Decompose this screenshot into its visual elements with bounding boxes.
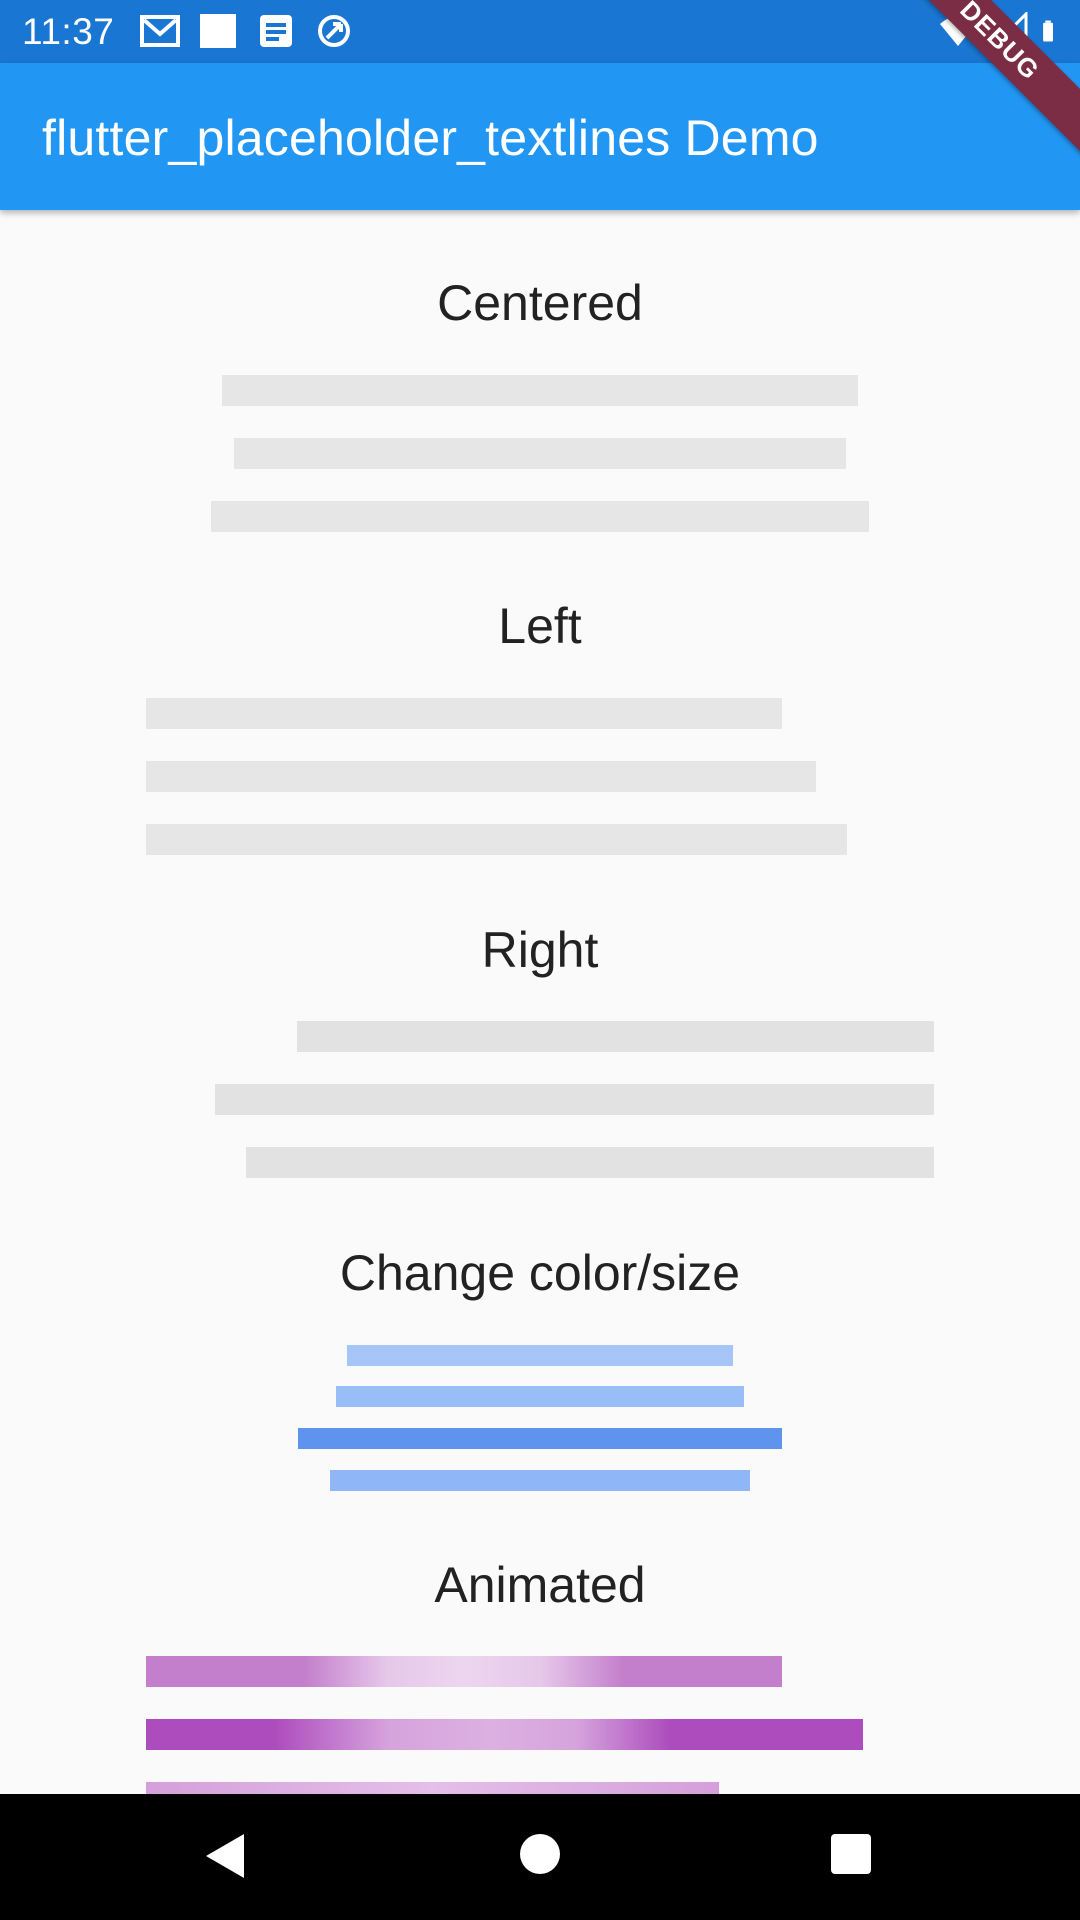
placeholder-line [246,1147,934,1178]
colored-placeholder-line [298,1428,782,1449]
placeholder-line [234,438,846,469]
animated-placeholder-line [146,1656,782,1687]
status-icons-left [140,12,354,50]
app-title: flutter_placeholder_textlines Demo [42,110,819,166]
navigation-bar [0,1794,1080,1920]
home-icon[interactable] [520,1834,560,1874]
colored-placeholder-line [347,1345,733,1366]
blank-notification-icon [200,14,236,48]
placeholder-line [222,375,858,406]
sync-icon [318,15,350,47]
status-time: 11:37 [22,11,115,52]
placeholder-line [211,501,869,532]
placeholder-line [297,1021,934,1052]
placeholder-line [215,1084,934,1115]
placeholder-line [146,761,816,792]
animated-placeholder-line [146,1719,863,1750]
section-title-centered: Centered [437,275,643,331]
section-title-change-color-size: Change color/size [339,1245,741,1301]
section-title-left: Left [498,598,582,654]
debug-banner: DEBUG [900,0,1080,162]
back-icon[interactable] [206,1834,244,1878]
placeholder-line [146,698,782,729]
content-scroll-area[interactable]: Centered Left Right Change color/size An… [0,210,1080,1794]
animated-placeholder-line [146,1782,719,1794]
debug-banner-clip: DEBUG [900,0,1080,210]
recents-icon[interactable] [831,1834,871,1874]
document-icon [260,15,292,47]
colored-placeholder-line [330,1470,750,1491]
section-title-animated: Animated [434,1557,646,1613]
section-title-right: Right [481,922,599,978]
placeholder-line [146,824,847,855]
gmail-icon [140,15,180,47]
colored-placeholder-line [336,1386,744,1407]
